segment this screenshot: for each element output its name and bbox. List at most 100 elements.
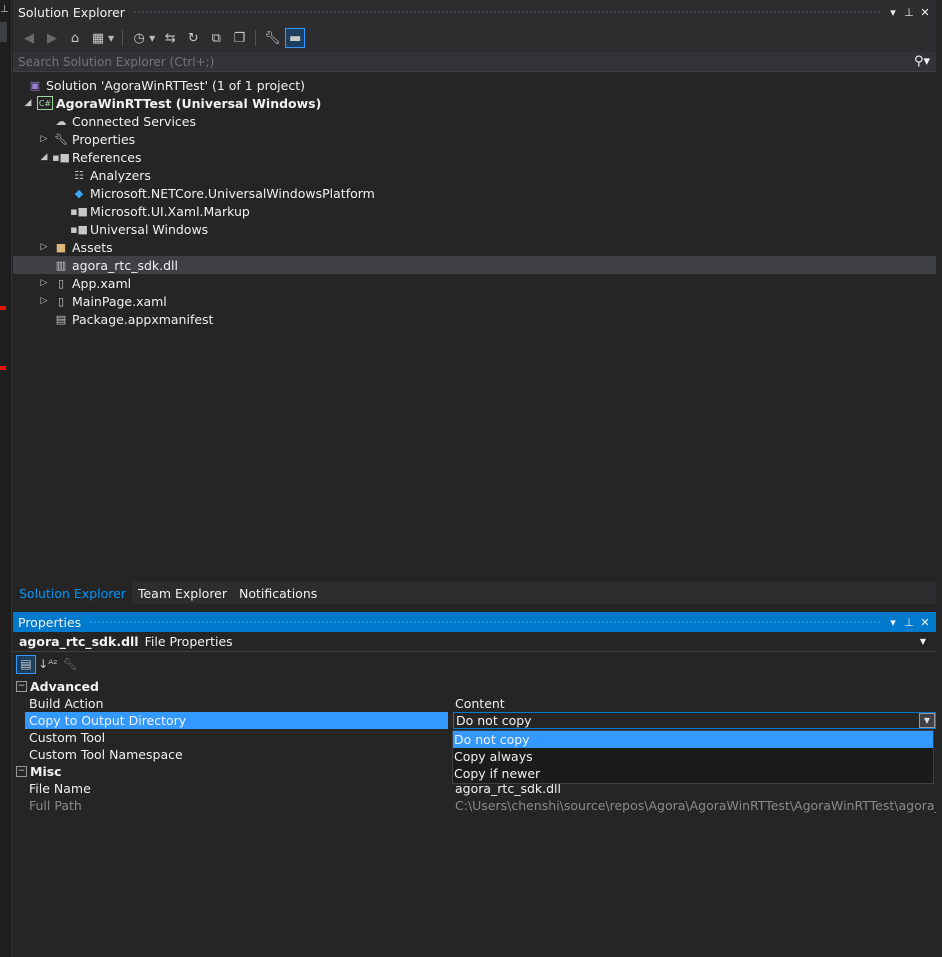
tree-node-label: Microsoft.NETCore.UniversalWindowsPlatfo… xyxy=(90,185,375,201)
bottom-tab-strip: Solution Explorer Team Explorer Notifica… xyxy=(13,582,936,604)
property-value[interactable]: C:\Users\chenshi\source\repos\Agora\Agor… xyxy=(453,797,936,814)
dropdown-option[interactable]: Copy if newer xyxy=(453,765,933,782)
category-advanced[interactable]: − Advanced xyxy=(13,678,936,695)
dropdown-option[interactable]: Do not copy xyxy=(453,731,933,748)
tree-node-label: Assets xyxy=(72,239,113,255)
window-position-menu-button[interactable]: ▾ xyxy=(888,6,898,19)
tree-node-label: Microsoft.UI.Xaml.Markup xyxy=(90,203,250,219)
xaml-file-icon: ▯ xyxy=(57,276,65,290)
tree-node-label: References xyxy=(72,149,142,165)
property-name: Custom Tool Namespace xyxy=(29,747,183,762)
property-name: Copy to Output Directory xyxy=(25,712,448,729)
toolbar-separator xyxy=(255,30,257,46)
object-selector[interactable]: agora_rtc_sdk.dll File Properties ▼ xyxy=(13,632,936,652)
categorized-icon[interactable]: ▤ xyxy=(16,654,36,674)
switch-views-icon[interactable]: ▦ xyxy=(88,28,108,48)
connected-services-icon: ☁ xyxy=(55,114,67,128)
toolbar-separator xyxy=(122,30,124,46)
alphabetical-sort-icon[interactable]: ↓ᴬᶻ xyxy=(38,655,58,674)
property-row[interactable]: Copy to Output Directory Do not copy ▼ xyxy=(13,712,936,729)
collapsed-arrow-icon[interactable]: ▷ xyxy=(39,134,49,144)
solution-explorer-titlebar: Solution Explorer ▾ ⊥ ✕ xyxy=(13,0,936,24)
object-type: File Properties xyxy=(144,634,233,649)
expanded-arrow-icon[interactable]: ◢ xyxy=(39,152,49,162)
sync-with-document-icon[interactable]: ⇆ xyxy=(160,28,180,48)
expanded-arrow-icon[interactable]: ◢ xyxy=(23,98,33,108)
wrench-icon: 🔧︎ xyxy=(54,132,68,146)
collapse-toggle-icon[interactable]: − xyxy=(16,766,27,777)
collapse-all-icon[interactable]: ⧉ xyxy=(206,28,226,48)
auto-hide-pin-button[interactable]: ⊥ xyxy=(904,616,914,629)
solution-explorer-search: ⚲▾ xyxy=(13,52,936,72)
title-grip[interactable] xyxy=(132,9,880,15)
chevron-down-icon[interactable]: ▼ xyxy=(149,34,155,43)
tree-node[interactable]: ▷ ▯ App.xaml xyxy=(13,274,936,292)
show-all-files-icon[interactable]: ❐ xyxy=(229,28,249,48)
dropdown-option[interactable]: Copy always xyxy=(453,748,933,765)
manifest-icon: ▤ xyxy=(55,312,67,326)
tab-notifications[interactable]: Notifications xyxy=(233,582,323,604)
tree-node[interactable]: ▤ Package.appxmanifest xyxy=(13,310,936,328)
close-button[interactable]: ✕ xyxy=(920,616,930,629)
property-value-text: Content xyxy=(455,696,505,711)
tree-node[interactable]: ▣ Solution 'AgoraWinRTTest' (1 of 1 proje… xyxy=(13,76,936,94)
chevron-down-icon[interactable]: ▼ xyxy=(920,637,936,646)
tree-node[interactable]: ▪■ Universal Windows xyxy=(13,220,936,238)
tree-node[interactable]: ◆ Microsoft.NETCore.UniversalWindowsPlatf… xyxy=(13,184,936,202)
property-name: Custom Tool xyxy=(29,730,106,745)
tab-team-explorer[interactable]: Team Explorer xyxy=(132,582,233,604)
chevron-down-icon[interactable]: ▼ xyxy=(108,34,114,43)
tree-node-label: App.xaml xyxy=(72,275,132,291)
property-name: Full Path xyxy=(29,798,82,813)
property-pages-wrench-icon[interactable]: 🔧︎ xyxy=(60,655,80,674)
solution-explorer-title: Solution Explorer xyxy=(18,4,125,20)
back-icon[interactable]: ◀ xyxy=(19,28,39,48)
references-icon: ▪■ xyxy=(52,150,70,164)
tree-node-label: Package.appxmanifest xyxy=(72,311,214,327)
close-button[interactable]: ✕ xyxy=(920,6,930,19)
tree-node[interactable]: ▷ ▯ MainPage.xaml xyxy=(13,292,936,310)
properties-title: Properties xyxy=(18,614,82,630)
forward-icon[interactable]: ▶ xyxy=(42,28,62,48)
tree-node[interactable]: ▥ agora_rtc_sdk.dll xyxy=(13,256,936,274)
copy-option-dropdown-list: Do not copy Copy always Copy if newer xyxy=(452,730,934,784)
tree-node[interactable]: ◢ ▪■ References xyxy=(13,148,936,166)
property-name: Build Action xyxy=(29,696,104,711)
preview-selected-items-icon[interactable]: ▬ xyxy=(285,28,306,48)
tree-node[interactable]: ☷ Analyzers xyxy=(13,166,936,184)
pin-icon: ⊥ xyxy=(0,4,9,15)
tab-solution-explorer[interactable]: Solution Explorer xyxy=(13,582,132,604)
home-icon[interactable]: ⌂ xyxy=(65,28,85,48)
property-value[interactable]: Content xyxy=(453,695,936,712)
chevron-down-icon[interactable]: ▼ xyxy=(919,713,935,728)
search-icon[interactable]: ⚲▾ xyxy=(908,54,936,69)
tree-node-label: Analyzers xyxy=(90,167,151,183)
title-grip[interactable] xyxy=(89,619,880,625)
window-position-menu-button[interactable]: ▾ xyxy=(888,616,898,629)
property-row[interactable]: Build Action Content xyxy=(13,695,936,712)
refresh-icon[interactable]: ↻ xyxy=(183,28,203,48)
property-value-text: C:\Users\chenshi\source\repos\Agora\Agor… xyxy=(455,798,936,813)
auto-hide-pin-button[interactable]: ⊥ xyxy=(904,6,914,19)
property-row[interactable]: Full Path C:\Users\chenshi\source\repos\… xyxy=(13,797,936,814)
collapse-toggle-icon[interactable]: − xyxy=(16,681,27,692)
tree-node[interactable]: ▷ 🔧︎ Properties xyxy=(13,130,936,148)
property-name: File Name xyxy=(29,781,91,796)
pending-changes-filter-icon[interactable]: ◷ xyxy=(129,28,149,48)
property-value-dropdown[interactable]: Do not copy ▼ xyxy=(453,712,936,729)
collapsed-arrow-icon[interactable]: ▷ xyxy=(39,296,49,306)
search-input[interactable] xyxy=(18,54,908,69)
collapsed-arrow-icon[interactable]: ▷ xyxy=(39,242,49,252)
reference-icon: ▪■ xyxy=(70,204,88,218)
tree-node[interactable]: ▷ ■ Assets xyxy=(13,238,936,256)
category-label: Misc xyxy=(30,764,62,779)
analyzers-icon: ☷ xyxy=(74,168,84,182)
tree-node[interactable]: ▪■ Microsoft.UI.Xaml.Markup xyxy=(13,202,936,220)
properties-wrench-icon[interactable]: 🔧︎ xyxy=(262,28,282,48)
solution-tree: ▣ Solution 'AgoraWinRTTest' (1 of 1 proje… xyxy=(13,76,936,582)
dll-icon: ▥ xyxy=(55,258,67,272)
tree-node[interactable]: ☁ Connected Services xyxy=(13,112,936,130)
tree-node[interactable]: ◢ C# AgoraWinRTTest (Universal Windows) xyxy=(13,94,936,112)
editor-gutter xyxy=(0,22,7,42)
collapsed-arrow-icon[interactable]: ▷ xyxy=(39,278,49,288)
